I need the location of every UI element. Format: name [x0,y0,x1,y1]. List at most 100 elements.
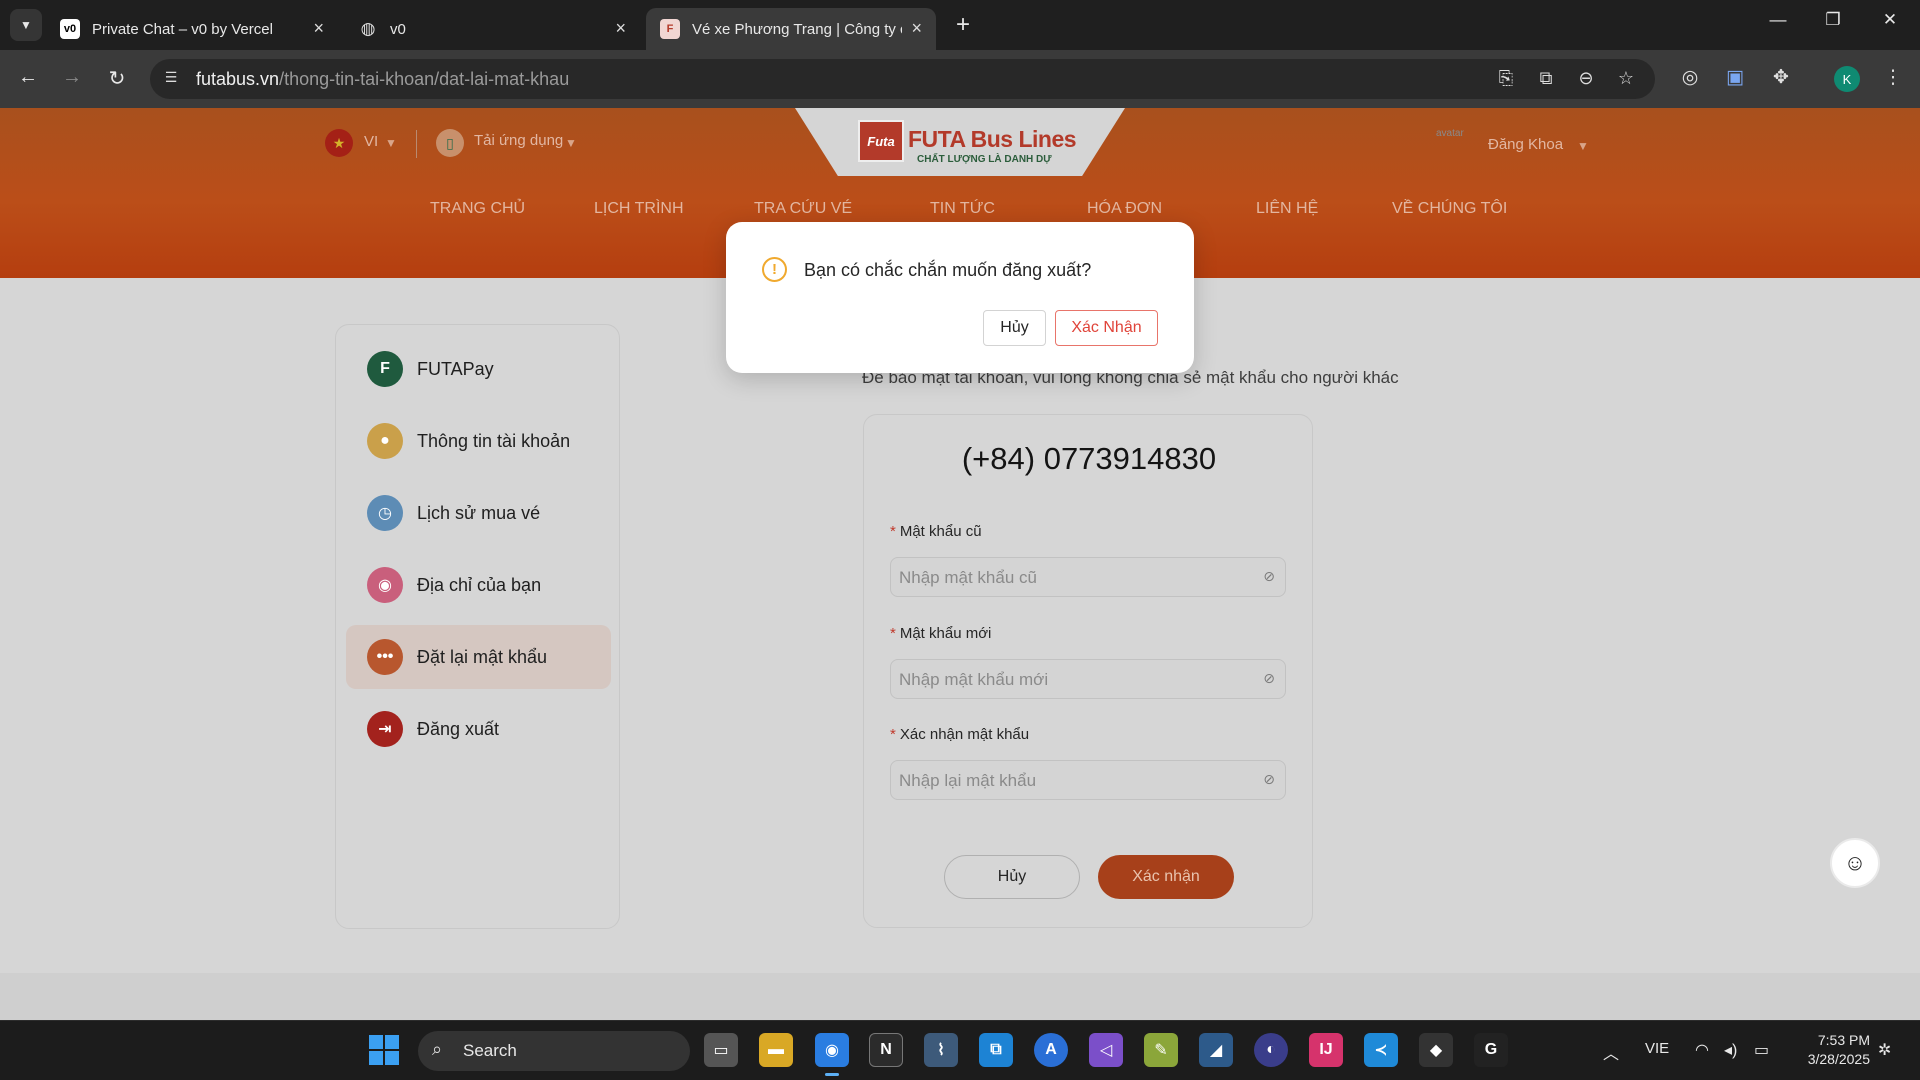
bookmark-star-icon[interactable]: ☆ [1614,68,1638,89]
zoom-out-icon[interactable]: ⊖ [1574,68,1598,89]
futa-logo-mark[interactable]: Futa [858,120,904,162]
notification-bell-icon[interactable]: ✲ [1878,1040,1891,1060]
tab-list-chevron-icon[interactable]: ▼ [10,9,42,41]
chevron-down-icon[interactable]: ▼ [1577,139,1589,153]
eye-off-icon[interactable]: ⊘ [1263,568,1275,585]
visual-studio-icon[interactable]: ◁ [1089,1033,1123,1067]
sidebar-item-reset-password[interactable]: ••• Đặt lại mật khẩu [346,625,611,689]
chevron-down-icon[interactable]: ▼ [385,136,397,150]
tab-futabus[interactable]: F Vé xe Phương Trang | Công ty c × [646,8,936,50]
restore-icon[interactable]: ❐ [1813,10,1853,30]
menu-schedule[interactable]: LỊCH TRÌNH [594,200,684,218]
monitor-app-icon[interactable]: ⌇ [924,1033,958,1067]
translate-extension-icon[interactable]: ▣ [1721,66,1749,89]
eclipse-icon[interactable]: ◐ [1254,1033,1288,1067]
menu-about-us[interactable]: VỀ CHÚNG TÔI [1392,200,1507,218]
input-language[interactable]: VIE [1645,1040,1669,1057]
reload-icon[interactable]: ↻ [103,66,131,91]
notion-icon[interactable]: N [869,1033,903,1067]
menu-news[interactable]: TIN TỨC [930,200,995,218]
chevron-down-icon[interactable]: ▼ [565,136,577,150]
menu-contact[interactable]: LIÊN HỆ [1256,200,1318,218]
sidebar-item-label: FUTAPay [417,358,494,379]
user-name[interactable]: Đăng Khoa [1488,136,1563,153]
close-tab-icon[interactable]: × [313,18,324,39]
taskbar-search[interactable]: ⌕ Search [418,1031,690,1071]
menu-ticket-lookup[interactable]: TRA CỨU VÉ [754,200,852,218]
eye-off-icon[interactable]: ⊘ [1263,670,1275,687]
sidebar-item-address[interactable]: ◉ Địa chỉ của bạn [346,553,611,617]
back-icon[interactable]: ← [14,66,42,89]
tab-v0[interactable]: ◍ v0 × [344,8,640,50]
sidebar-item-account-info[interactable]: ● Thông tin tài khoản [346,409,611,473]
chrome-icon[interactable]: ◉ [815,1033,849,1076]
task-view-icon[interactable]: ▭ [704,1033,738,1067]
vscode-icon[interactable]: ≺ [1364,1033,1398,1067]
language-selector[interactable]: VI [364,133,378,150]
new-password-field[interactable]: Nhập mật khẩu mới ⊘ [890,659,1286,699]
g-hub-icon[interactable]: G [1474,1033,1508,1067]
intellij-icon[interactable]: IJ [1309,1033,1343,1067]
translate-icon[interactable]: ⧉ [1534,68,1558,89]
support-chat-avatar-icon[interactable]: ☺ [1830,838,1880,888]
password-icon: ••• [367,639,403,675]
paint-app-icon[interactable]: ✎ [1144,1033,1178,1067]
new-password-label: * Mật khẩu mới [890,625,991,642]
sql-tool-icon[interactable]: ◢ [1199,1033,1233,1067]
omnibox[interactable]: ☰ futabus.vn/thong-tin-tai-khoan/dat-lai… [150,59,1655,99]
user-icon: ● [367,423,403,459]
field-placeholder: Nhập mật khẩu cũ [899,568,1037,587]
dialog-message: Bạn có chắc chắn muốn đăng xuất? [804,260,1092,280]
file-explorer-icon[interactable]: ▬ [759,1033,793,1067]
new-tab-button[interactable]: + [948,10,978,40]
menu-invoice[interactable]: HÓA ĐƠN [1087,200,1162,218]
remote-desktop-icon[interactable]: ⧉ [979,1033,1013,1067]
site-info-icon[interactable]: ☰ [160,69,182,89]
url-text[interactable]: futabus.vn/thong-tin-tai-khoan/dat-lai-m… [196,69,569,90]
form-confirm-button[interactable]: Xác nhận [1098,855,1234,899]
form-cancel-button[interactable]: Hủy [944,855,1080,899]
profile-avatar[interactable]: K [1834,66,1860,92]
system-clock[interactable]: 7:53 PM 3/28/2025 [1790,1031,1870,1069]
tab-private-chat[interactable]: v0 Private Chat – v0 by Vercel × [46,8,338,50]
globe-favicon-icon: ◍ [360,19,376,38]
field-label: Mật khẩu mới [899,625,992,642]
old-password-field[interactable]: Nhập mật khẩu cũ ⊘ [890,557,1286,597]
app-store-icon[interactable]: A [1034,1033,1068,1067]
download-app-link[interactable]: Tải ứng dụng [474,132,563,149]
extensions-puzzle-icon[interactable]: ✥ [1767,66,1795,89]
user-avatar[interactable]: avatar [1436,128,1468,162]
box-app-icon[interactable]: ◆ [1419,1033,1453,1067]
compass-extension-icon[interactable]: ◎ [1676,66,1704,89]
wifi-icon[interactable]: ◠ [1695,1040,1709,1060]
install-app-icon[interactable]: ⎘ [1494,68,1518,89]
sidebar-item-logout[interactable]: ⇥ Đăng xuất [346,697,611,761]
windows-taskbar: ⌕ Search ▭ ▬ ◉ N ⌇ ⧉ A ◁ ✎ ◢ ◐ IJ ≺ ◆ G … [0,1020,1920,1080]
kebab-menu-icon[interactable]: ⋮ [1879,66,1907,89]
field-placeholder: Nhập lại mật khẩu [899,771,1037,790]
eye-off-icon[interactable]: ⊘ [1263,771,1275,788]
sidebar-item-label: Đặt lại mật khẩu [417,646,548,667]
minimize-icon[interactable]: — [1758,10,1798,30]
confirm-password-label: * Xác nhận mật khẩu [890,726,1029,743]
sidebar-item-futapay[interactable]: F FUTAPay [346,337,611,401]
phone-number: (+84) 0773914830 [961,441,1217,476]
vietnam-flag-icon[interactable]: ★ [325,129,353,157]
sidebar-item-ticket-history[interactable]: ◷ Lịch sử mua vé [346,481,611,545]
close-tab-icon[interactable]: × [615,18,626,39]
menu-home[interactable]: TRANG CHỦ [430,200,525,218]
windows-start-icon[interactable] [369,1035,399,1065]
sidebar-item-label: Lịch sử mua vé [417,502,541,523]
old-password-label: * Mật khẩu cũ [890,523,982,540]
close-window-icon[interactable]: ✕ [1870,10,1910,30]
dialog-confirm-button[interactable]: Xác Nhận [1055,310,1158,346]
logo-title[interactable]: FUTA Bus Lines [908,126,1077,153]
confirm-password-field[interactable]: Nhập lại mật khẩu ⊘ [890,760,1286,800]
mobile-app-icon[interactable]: ▯ [436,129,464,157]
close-tab-icon[interactable]: × [911,18,922,39]
dialog-cancel-button[interactable]: Hủy [983,310,1046,346]
show-hidden-icons-chevron-icon[interactable]: ︿ [1603,1040,1619,1064]
volume-icon[interactable]: ◂) [1724,1040,1737,1060]
forward-icon[interactable]: → [58,66,86,89]
battery-icon[interactable]: ▭ [1754,1040,1769,1060]
